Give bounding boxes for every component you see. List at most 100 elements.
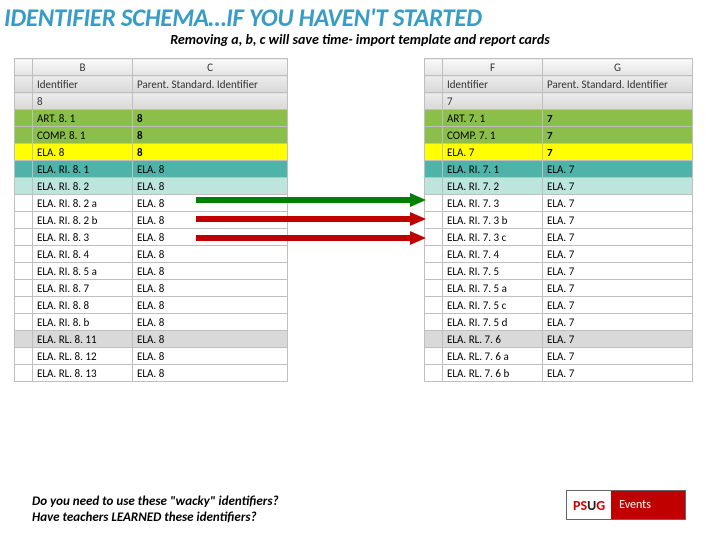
cell	[425, 93, 443, 110]
header-parent: Parent. Standard. Identifier	[543, 76, 693, 93]
cell	[15, 212, 33, 229]
parent-cell: ELA. 7	[543, 212, 693, 229]
table-row: ELA. RL. 8. 11ELA. 8	[15, 331, 288, 348]
cell	[425, 263, 443, 280]
table-row: ELA. RI. 7. 5ELA. 7	[425, 263, 693, 280]
cell	[15, 110, 33, 127]
table-row: ELA. RI. 8. 5 aELA. 8	[15, 263, 288, 280]
parent-cell: ELA. 8	[133, 314, 288, 331]
table-row: ELA. RL. 7. 6 bELA. 7	[425, 365, 693, 382]
identifier-cell: ELA. RI. 8. 8	[33, 297, 133, 314]
psug-events-logo: PSUG Events	[566, 490, 686, 520]
grade-number: 8	[33, 93, 133, 110]
cell	[15, 331, 33, 348]
identifier-cell: ELA. RI. 7. 3 b	[443, 212, 543, 229]
table-row: ELA. RI. 8. 2ELA. 8	[15, 178, 288, 195]
parent-cell: ELA. 8	[133, 161, 288, 178]
cell	[425, 297, 443, 314]
parent-cell: ELA. 7	[543, 246, 693, 263]
table-row: ELA. RL. 7. 6ELA. 7	[425, 331, 693, 348]
cell	[425, 76, 443, 93]
identifier-cell: ELA. RI. 8. 2	[33, 178, 133, 195]
table-row: ELA. 77	[425, 144, 693, 161]
identifier-cell: ART. 8. 1	[33, 110, 133, 127]
identifier-cell: ELA. RI. 7. 3	[443, 195, 543, 212]
cell	[15, 229, 33, 246]
parent-cell: ELA. 7	[543, 365, 693, 382]
arrow-green-icon	[196, 193, 426, 207]
identifier-cell: ELA. RI. 8. 1	[33, 161, 133, 178]
col-head-blank	[15, 59, 33, 76]
page-subtitle: Removing a, b, c will save time- import …	[0, 31, 720, 48]
grade-number: 7	[443, 93, 543, 110]
parent-cell: 7	[543, 110, 693, 127]
identifier-cell: ELA. RL. 7. 6	[443, 331, 543, 348]
cell	[425, 348, 443, 365]
arrow-red-icon	[196, 212, 426, 226]
cell	[15, 365, 33, 382]
cell	[15, 348, 33, 365]
parent-cell: ELA. 7	[543, 331, 693, 348]
identifier-cell: ELA. RL. 7. 6 a	[443, 348, 543, 365]
parent-cell: ELA. 8	[133, 246, 288, 263]
page-title: IDENTIFIER SCHEMA…IF YOU HAVEN'T STARTED	[0, 0, 720, 33]
logo-text: U	[587, 497, 596, 514]
col-head-blank	[425, 59, 443, 76]
logo-events: Events	[611, 491, 685, 519]
parent-cell: ELA. 8	[133, 348, 288, 365]
cell	[425, 365, 443, 382]
cell	[425, 280, 443, 297]
parent-cell: ELA. 8	[133, 280, 288, 297]
parent-cell: ELA. 7	[543, 280, 693, 297]
parent-cell: ELA. 7	[543, 178, 693, 195]
cell	[15, 76, 33, 93]
identifier-cell: ELA. 8	[33, 144, 133, 161]
footer-line-2: Have teachers LEARNED these identifiers?	[32, 510, 279, 526]
table-row: COMP. 8. 18	[15, 127, 288, 144]
parent-cell: ELA. 7	[543, 314, 693, 331]
parent-cell: 7	[543, 144, 693, 161]
logo-text: PS	[573, 497, 587, 514]
parent-cell: ELA. 8	[133, 365, 288, 382]
parent-cell: ELA. 7	[543, 161, 693, 178]
identifier-cell: ELA. RI. 7. 2	[443, 178, 543, 195]
table-row: ELA. RI. 8. bELA. 8	[15, 314, 288, 331]
parent-cell: 8	[133, 144, 288, 161]
table-row: ELA. RI. 7. 4ELA. 7	[425, 246, 693, 263]
identifier-cell: ELA. RI. 7. 5 c	[443, 297, 543, 314]
cell	[15, 178, 33, 195]
cell	[15, 144, 33, 161]
identifier-cell: ELA. RI. 8. 3	[33, 229, 133, 246]
table-row: ELA. RL. 8. 12ELA. 8	[15, 348, 288, 365]
parent-cell: ELA. 7	[543, 263, 693, 280]
cell	[425, 314, 443, 331]
identifier-cell: ELA. RI. 7. 5 d	[443, 314, 543, 331]
table-row: ELA. RI. 7. 3 cELA. 7	[425, 229, 693, 246]
cell	[543, 93, 693, 110]
identifier-cell: COMP. 7. 1	[443, 127, 543, 144]
identifier-cell: ART. 7. 1	[443, 110, 543, 127]
parent-cell: ELA. 7	[543, 348, 693, 365]
arrow-red-icon	[196, 231, 426, 245]
header-identifier: Identifier	[33, 76, 133, 93]
cell	[425, 331, 443, 348]
identifier-cell: ELA. RI. 8. 5 a	[33, 263, 133, 280]
table-row: ELA. RL. 8. 13ELA. 8	[15, 365, 288, 382]
table-row: ELA. RI. 7. 2ELA. 7	[425, 178, 693, 195]
parent-cell: ELA. 8	[133, 331, 288, 348]
cell	[15, 195, 33, 212]
cell	[425, 110, 443, 127]
parent-cell: 8	[133, 127, 288, 144]
table-row: ELA. RL. 7. 6 aELA. 7	[425, 348, 693, 365]
identifier-cell: ELA. 7	[443, 144, 543, 161]
parent-cell: ELA. 8	[133, 297, 288, 314]
parent-cell: 7	[543, 127, 693, 144]
table-row: ELA. RI. 8. 8ELA. 8	[15, 297, 288, 314]
cell	[15, 263, 33, 280]
table-row: ELA. RI. 7. 1ELA. 7	[425, 161, 693, 178]
logo-text: G	[596, 497, 605, 514]
identifier-cell: ELA. RI. 7. 1	[443, 161, 543, 178]
cell	[425, 178, 443, 195]
identifier-cell: ELA. RI. 7. 3 c	[443, 229, 543, 246]
parent-cell: ELA. 7	[543, 195, 693, 212]
